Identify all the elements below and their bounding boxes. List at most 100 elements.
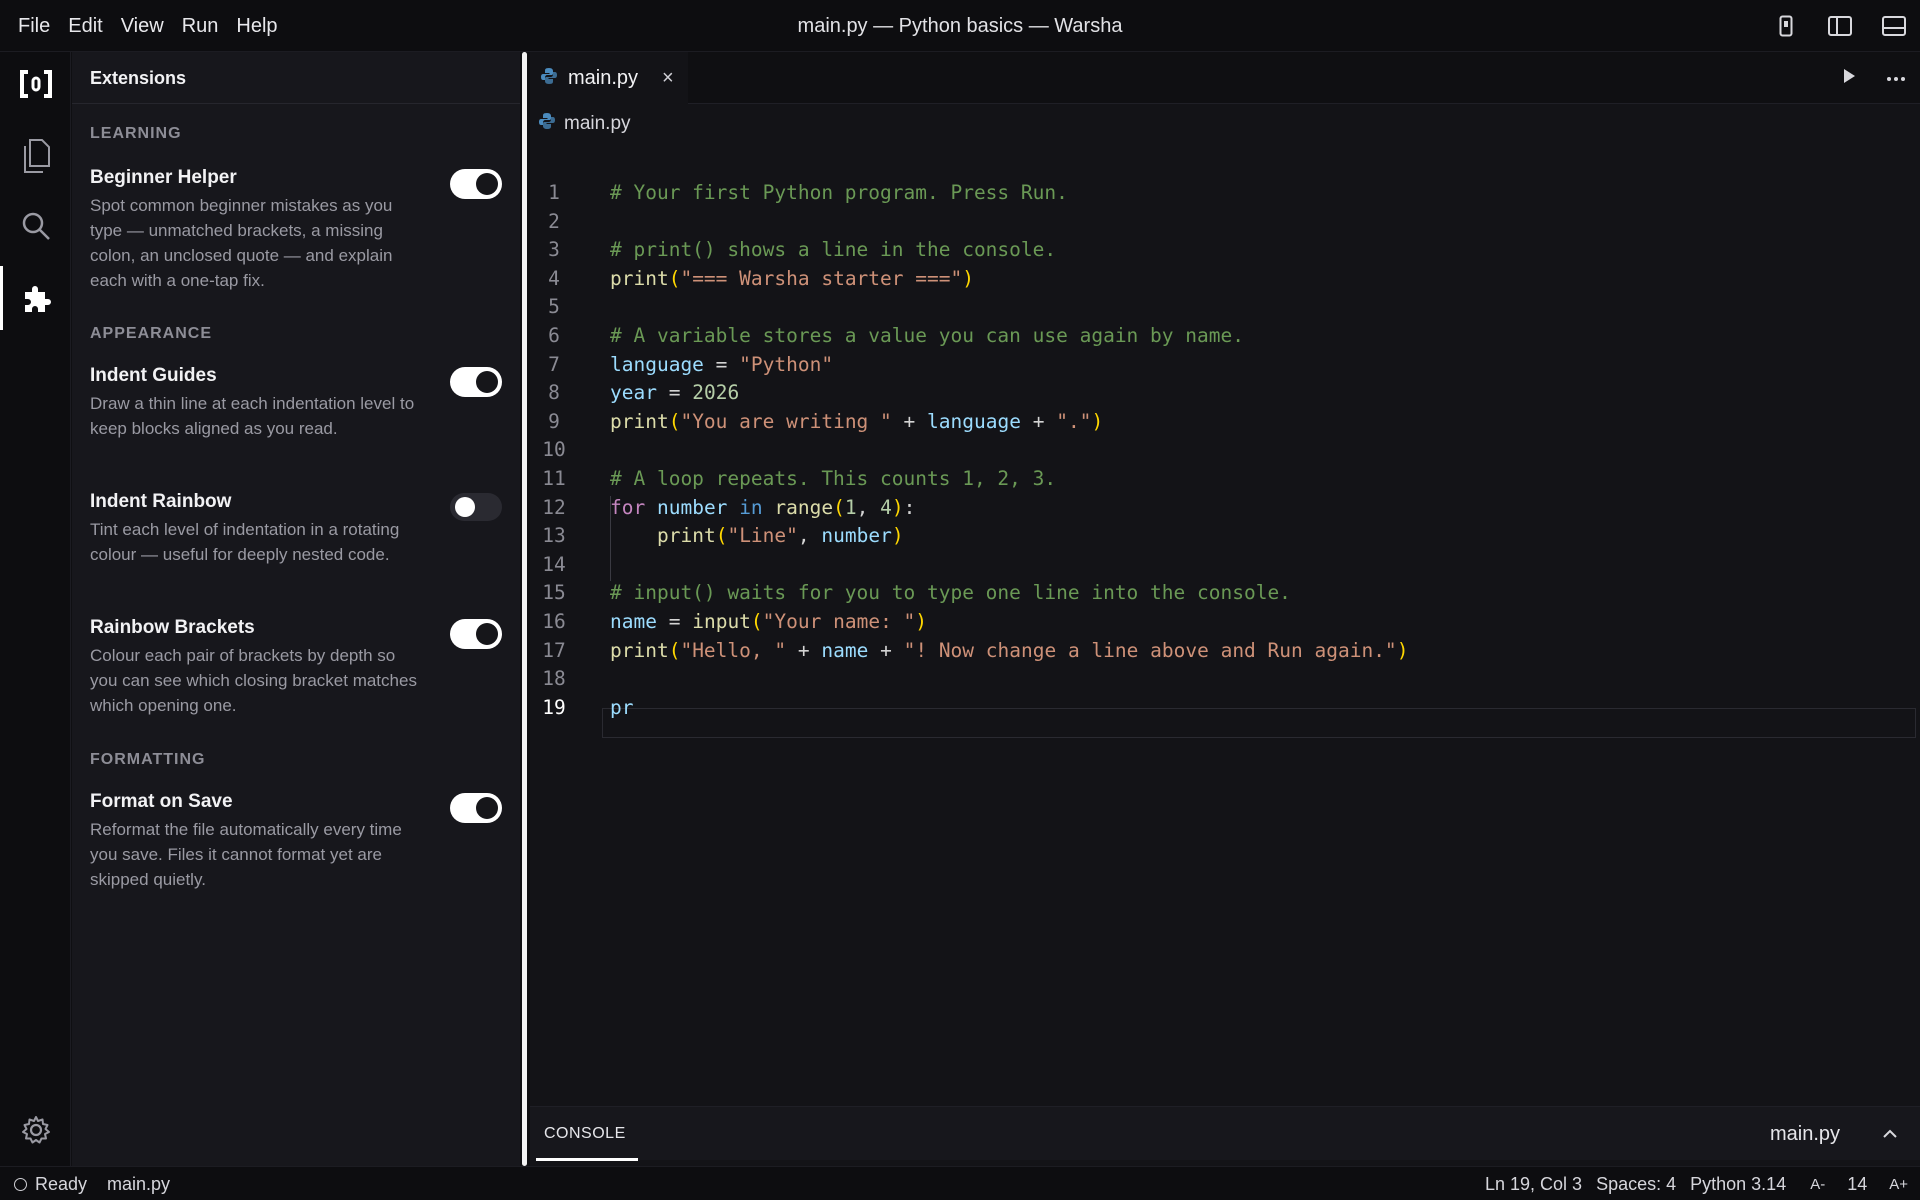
title-actions — [1772, 0, 1908, 52]
menu-help[interactable]: Help — [227, 0, 286, 52]
editor: main.py × main.py 1 # Your first Python p… — [530, 52, 1920, 1166]
editor-actions — [1842, 52, 1906, 104]
line-number: 17 — [542, 638, 566, 662]
status-right: Ln 19, Col 3 Spaces: 4 Python 3.14 A- 14… — [1485, 1167, 1908, 1200]
status-left: Ready main.py — [14, 1167, 170, 1200]
font-increase-button[interactable]: A+ — [1889, 1176, 1908, 1193]
extension-name: Beginner Helper — [90, 167, 237, 188]
toggle-rainbow-brackets[interactable] — [450, 619, 502, 649]
line-number: 9 — [548, 409, 560, 433]
run-icon[interactable] — [1842, 68, 1856, 89]
extensions-title: Extensions — [72, 52, 520, 104]
code-text: language = "Python" — [610, 352, 834, 376]
close-icon[interactable]: × — [662, 67, 674, 90]
code-text: # A loop repeats. This counts 1, 2, 3. — [610, 467, 1057, 490]
extension-indent-rainbow: Indent Rainbow Tint each level of indent… — [90, 491, 500, 567]
breadcrumb[interactable]: main.py — [538, 109, 631, 139]
extensions-panel: Extensions LEARNING Beginner Helper Spot… — [72, 52, 520, 1166]
extension-description: Colour each pair of brackets by depth so… — [90, 646, 417, 715]
extension-name: Rainbow Brackets — [90, 617, 255, 638]
code-text: # A variable stores a value you can use … — [610, 324, 1244, 347]
tab-main-py[interactable]: main.py × — [530, 52, 688, 105]
tab-label: main.py — [568, 67, 639, 89]
code-text: # Your first Python program. Press Run. — [610, 181, 1068, 204]
extensions-icon[interactable] — [0, 266, 71, 330]
files-icon[interactable] — [0, 124, 71, 188]
code-line[interactable]: 2 — [530, 208, 1920, 236]
section-learning: LEARNING — [90, 125, 182, 142]
code-text: print("Hello, " + name + "! Now change a… — [610, 638, 1409, 662]
extension-description: Reformat the file automatically every ti… — [90, 820, 402, 889]
code-line[interactable]: 12 for number in range(1, 4): — [530, 494, 1920, 522]
status-cursor[interactable]: Ln 19, Col 3 — [1485, 1174, 1582, 1195]
code-line[interactable]: 11 # A loop repeats. This counts 1, 2, 3. — [530, 465, 1920, 493]
code-line[interactable]: 10 — [530, 436, 1920, 464]
toggle-indent-guides[interactable] — [450, 367, 502, 397]
settings-icon[interactable] — [0, 1098, 71, 1162]
menu-edit[interactable]: Edit — [59, 0, 111, 52]
line-number: 13 — [542, 524, 566, 548]
line-number: 10 — [542, 438, 566, 462]
code-text: # print() shows a line in the console. — [610, 238, 1057, 262]
logo-icon[interactable] — [0, 52, 71, 116]
toggle-format-on-save[interactable] — [450, 793, 502, 823]
font-size-value: 14 — [1847, 1173, 1868, 1194]
menu-file[interactable]: File — [0, 0, 59, 52]
line-number: 19 — [542, 695, 566, 719]
status-language[interactable]: Python 3.14 — [1690, 1174, 1786, 1195]
code-text: # input() waits for you to type one line… — [610, 581, 1291, 605]
code-line[interactable]: 18 — [530, 665, 1920, 693]
menu-run[interactable]: Run — [173, 0, 228, 52]
code-line[interactable]: 5 — [530, 293, 1920, 321]
more-icon[interactable] — [1886, 69, 1906, 87]
code-line[interactable]: 14 — [530, 551, 1920, 579]
code-line[interactable]: 17 print("Hello, " + name + "! Now change… — [530, 637, 1920, 665]
code-line[interactable]: 8 year = 2026 — [530, 379, 1920, 407]
device-icon[interactable] — [1772, 12, 1800, 40]
code-line[interactable]: 9 print("You are writing " + language + "… — [530, 408, 1920, 436]
line-number: 12 — [542, 495, 566, 519]
line-number: 15 — [542, 581, 566, 605]
line-number: 16 — [542, 610, 566, 633]
status-state: Ready — [35, 1173, 88, 1194]
code-text: print("Line", number) — [657, 524, 904, 548]
console-file-label: main.py — [1769, 1123, 1840, 1145]
status-spaces[interactable]: Spaces: 4 — [1596, 1174, 1676, 1195]
line-number: 2 — [548, 209, 560, 233]
tab-bar: main.py × — [530, 52, 1920, 105]
toggle-indent-rainbow[interactable] — [450, 493, 502, 521]
menu-view[interactable]: View — [112, 0, 173, 52]
code-line[interactable]: 7 language = "Python" — [530, 351, 1920, 379]
code-line[interactable]: 4 print("=== Warsha starter ===") — [530, 265, 1920, 293]
code-text: year = 2026 — [610, 381, 740, 405]
line-number: 14 — [542, 552, 566, 576]
search-icon[interactable] — [0, 194, 71, 258]
code-text: pr — [610, 695, 634, 719]
menu-bar: File Edit View Run Help — [0, 0, 287, 52]
python-file-icon — [540, 67, 558, 90]
code-line[interactable]: 6 # A variable stores a value you can use… — [530, 322, 1920, 350]
panel-toggle-icon[interactable] — [1880, 12, 1908, 40]
code-line[interactable]: 3 # print() shows a line in the console. — [530, 236, 1920, 264]
tab-console[interactable]: CONSOLE — [544, 1107, 626, 1161]
code-line[interactable]: 1 # Your first Python program. Press Run. — [530, 179, 1920, 207]
code-line[interactable]: 19 pr — [530, 694, 1920, 722]
panel-splitter[interactable] — [520, 52, 530, 1166]
extension-beginner-helper: Beginner Helper Spot common beginner mis… — [90, 167, 500, 293]
line-number: 8 — [548, 381, 560, 405]
toggle-beginner-helper-switch[interactable] — [450, 169, 502, 199]
code-line[interactable]: 13 print("Line", number) — [530, 522, 1920, 550]
extension-name: Format on Save — [90, 791, 233, 812]
chevron-up-icon[interactable] — [1882, 1124, 1898, 1149]
sidebar-toggle-icon[interactable] — [1826, 12, 1854, 40]
extension-name: Indent Rainbow — [90, 491, 232, 512]
line-number: 18 — [542, 667, 566, 691]
code-line[interactable]: 15 # input() waits for you to type one li… — [530, 579, 1920, 607]
status-file: main.py — [107, 1173, 171, 1194]
font-decrease-button[interactable]: A- — [1810, 1176, 1825, 1193]
status-bar: Ready main.py Ln 19, Col 3 Spaces: 4 Pyt… — [0, 1166, 1920, 1200]
line-number: 11 — [542, 467, 566, 490]
line-number: 7 — [548, 352, 560, 376]
extension-description: Draw a thin line at each indentation lev… — [90, 394, 415, 438]
code-line[interactable]: 16 name = input("Your name: ") — [530, 608, 1920, 636]
